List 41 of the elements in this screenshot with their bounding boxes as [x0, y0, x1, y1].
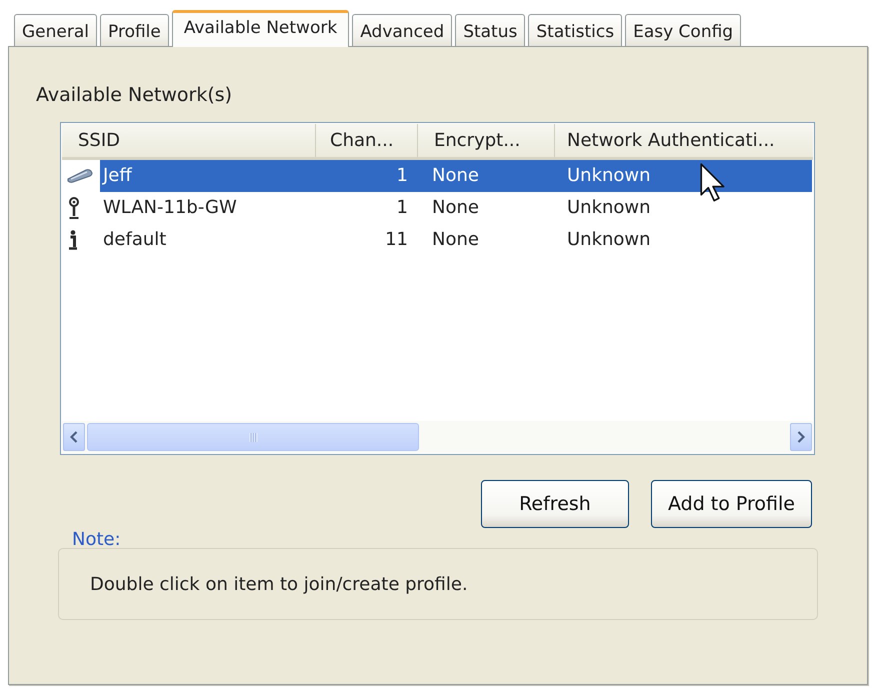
channel-number: 11 — [384, 228, 409, 252]
info-icon — [67, 230, 79, 250]
card-icon — [67, 169, 93, 183]
chevron-left-icon — [70, 431, 78, 443]
network-row[interactable]: WLAN-11b-GW 1 None Unknown — [100, 192, 812, 224]
column-header[interactable]: Network Authenticati... — [555, 124, 813, 157]
authentication-value: Unknown — [566, 164, 651, 188]
ssid-label: default — [102, 228, 168, 252]
add-to-profile-button[interactable]: Add to Profile — [650, 480, 812, 528]
tab[interactable]: Available Network — [172, 10, 350, 47]
network-row[interactable]: Jeff 1 None Unknown — [100, 160, 812, 192]
scrollbar-thumb[interactable] — [87, 423, 419, 451]
chevron-right-icon — [797, 431, 805, 443]
note-text: Double click on item to join/create profile. — [90, 574, 468, 595]
tab[interactable]: Statistics — [528, 14, 622, 46]
section-title: Available Network(s) — [36, 84, 232, 106]
antenna-icon — [67, 197, 81, 219]
scroll-left-button[interactable] — [63, 423, 85, 451]
grip-icon — [248, 432, 258, 442]
tab[interactable]: Easy Config — [625, 14, 742, 46]
encryption-value: None — [431, 164, 480, 188]
encryption-value: None — [431, 196, 480, 220]
tab[interactable]: Status — [455, 14, 526, 46]
authentication-value: Unknown — [566, 196, 651, 220]
network-row[interactable]: default 11 None Unknown — [100, 224, 812, 256]
refresh-button[interactable]: Refresh — [480, 480, 629, 528]
tab[interactable]: General — [14, 14, 97, 46]
encryption-value: None — [431, 228, 480, 252]
tab[interactable]: Advanced — [352, 14, 452, 46]
channel-number: 1 — [396, 164, 409, 188]
ssid-label: WLAN-11b-GW — [102, 196, 238, 220]
channel-number: 1 — [396, 196, 409, 220]
column-header[interactable]: Chan... — [316, 124, 418, 157]
note-label: Note: — [72, 529, 121, 550]
column-header[interactable]: Encrypt... — [418, 124, 555, 157]
column-header[interactable]: SSID — [62, 124, 316, 157]
mouse-pointer-icon — [700, 163, 726, 203]
ssid-label: Jeff — [101, 164, 134, 188]
tab[interactable]: Profile — [100, 14, 169, 46]
scroll-right-button[interactable] — [790, 423, 812, 451]
authentication-value: Unknown — [566, 228, 651, 252]
